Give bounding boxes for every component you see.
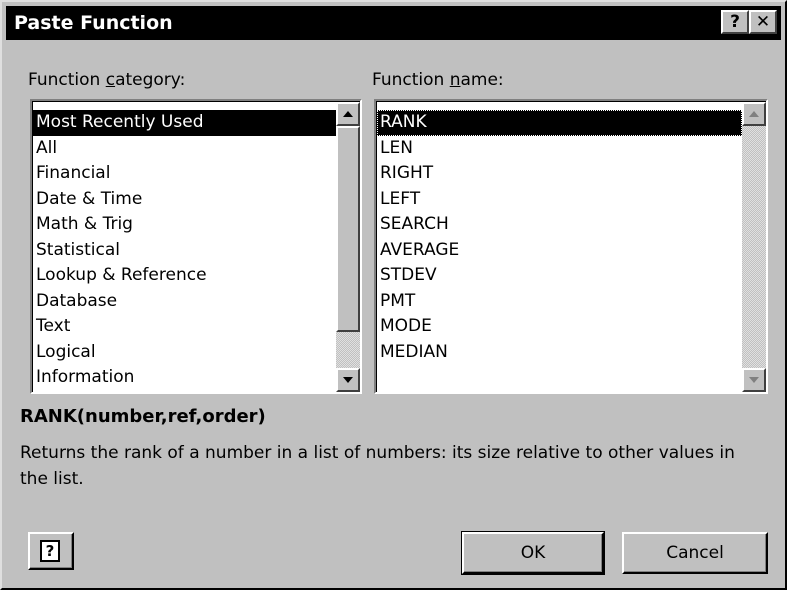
- category-item-statistical[interactable]: Statistical: [33, 238, 336, 264]
- function-scroll-down-button[interactable]: [742, 368, 766, 392]
- function-description: Returns the rank of a number in a list o…: [20, 443, 735, 489]
- category-item-logical[interactable]: Logical: [33, 340, 336, 366]
- category-item-math-trig[interactable]: Math & Trig: [33, 212, 336, 238]
- help-button[interactable]: ?: [28, 532, 74, 570]
- question-icon: ?: [730, 12, 740, 32]
- function-item-pmt[interactable]: PMT: [377, 289, 742, 315]
- paste-function-dialog: Paste Function ? ✕ Function category: Mo…: [0, 0, 787, 590]
- help-icon: ?: [40, 540, 60, 562]
- close-button[interactable]: ✕: [749, 10, 777, 34]
- function-syntax: RANK(number,ref,order): [20, 406, 266, 427]
- category-item-financial[interactable]: Financial: [33, 161, 336, 187]
- function-item-len[interactable]: LEN: [377, 136, 742, 162]
- title-bar[interactable]: Paste Function ? ✕: [6, 6, 781, 40]
- arrow-up-icon: [343, 111, 353, 117]
- function-item-left[interactable]: LEFT: [377, 187, 742, 213]
- category-scroll-thumb[interactable]: [336, 126, 360, 332]
- category-item-information[interactable]: Information: [33, 365, 336, 391]
- help-title-button[interactable]: ?: [721, 10, 749, 34]
- function-item-search[interactable]: SEARCH: [377, 212, 742, 238]
- category-item-database[interactable]: Database: [33, 289, 336, 315]
- arrow-up-icon: [749, 111, 759, 117]
- cancel-label: Cancel: [666, 543, 724, 563]
- ok-label: OK: [520, 543, 546, 563]
- cancel-button[interactable]: Cancel: [622, 532, 768, 574]
- category-item-text[interactable]: Text: [33, 314, 336, 340]
- function-item-mode[interactable]: MODE: [377, 314, 742, 340]
- function-category-label: Function category:: [28, 70, 186, 90]
- category-item-most-recently-used[interactable]: Most Recently Used: [33, 110, 336, 136]
- function-name-label: Function name:: [372, 70, 504, 90]
- function-scrollbar[interactable]: [742, 102, 766, 392]
- category-scroll-up-button[interactable]: [336, 102, 360, 126]
- function-name-listbox[interactable]: RANK LEN RIGHT LEFT SEARCH AVERAGE STDEV…: [374, 99, 768, 394]
- function-item-average[interactable]: AVERAGE: [377, 238, 742, 264]
- category-item-lookup-reference[interactable]: Lookup & Reference: [33, 263, 336, 289]
- function-item-stdev[interactable]: STDEV: [377, 263, 742, 289]
- ok-button[interactable]: OK: [461, 531, 605, 575]
- function-item-median[interactable]: MEDIAN: [377, 340, 742, 366]
- category-item-all[interactable]: All: [33, 136, 336, 162]
- category-scroll-down-button[interactable]: [336, 368, 360, 392]
- arrow-down-icon: [343, 377, 353, 383]
- category-scrollbar[interactable]: [336, 102, 360, 392]
- function-item-right[interactable]: RIGHT: [377, 161, 742, 187]
- function-scroll-up-button[interactable]: [742, 102, 766, 126]
- function-category-listbox[interactable]: Most Recently Used All Financial Date & …: [30, 99, 362, 394]
- arrow-down-icon: [749, 377, 759, 383]
- category-item-date-time[interactable]: Date & Time: [33, 187, 336, 213]
- function-item-rank[interactable]: RANK: [377, 110, 742, 136]
- dialog-title: Paste Function: [14, 12, 173, 34]
- close-icon: ✕: [755, 12, 771, 32]
